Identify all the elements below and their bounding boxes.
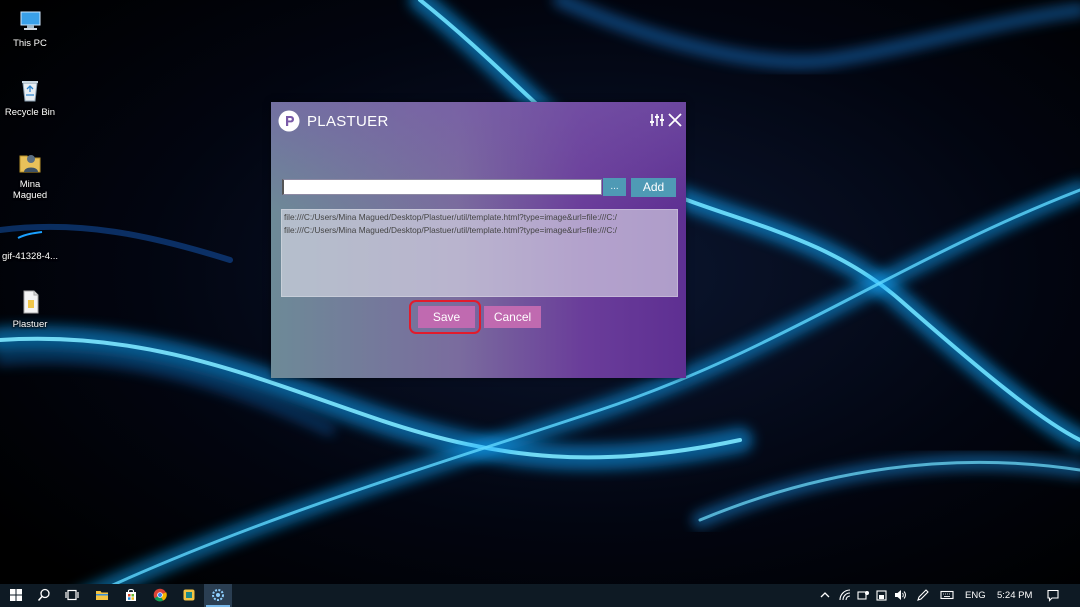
taskbar-chrome[interactable]: [146, 584, 174, 607]
task-view-button[interactable]: [58, 584, 86, 607]
recycle-bin-icon: [22, 81, 38, 102]
document-file-icon: [23, 290, 39, 314]
search-button[interactable]: [30, 584, 58, 607]
desktop-icon-user-folder[interactable]: Mina Magued: [0, 148, 60, 201]
device-icon[interactable]: [856, 588, 870, 602]
desktop-icon-label: Recycle Bin: [4, 107, 56, 118]
gif-file-icon: [17, 231, 43, 239]
url-input[interactable]: [282, 179, 602, 195]
search-icon: [37, 588, 50, 601]
taskbar-store[interactable]: [117, 584, 145, 607]
taskbar: ENG 5:24 PM: [0, 584, 1080, 607]
settings-sliders-icon[interactable]: [649, 112, 665, 128]
network-icon[interactable]: [838, 588, 852, 602]
clock[interactable]: 5:24 PM: [997, 584, 1032, 607]
cancel-button[interactable]: Cancel: [484, 306, 541, 328]
dialog-title: PLASTUER: [307, 113, 389, 130]
url-list[interactable]: file:///C:/Users/Mina Magued/Desktop/Pla…: [281, 209, 678, 297]
desktop-icon-gif-file[interactable]: gif-41328-4...: [0, 220, 60, 262]
desktop-icon-label: This PC: [13, 38, 47, 49]
browse-button[interactable]: ...: [603, 178, 626, 196]
list-item[interactable]: file:///C:/Users/Mina Magued/Desktop/Pla…: [282, 224, 677, 237]
desktop-icon-label: Mina Magued: [12, 179, 48, 201]
close-icon[interactable]: [667, 112, 683, 128]
user-folder-icon: [19, 155, 41, 173]
save-button[interactable]: Save: [418, 306, 475, 328]
plastuer-logo-icon: [278, 110, 300, 132]
taskbar-plastuer[interactable]: [204, 584, 232, 607]
desktop-icon-plastuer[interactable]: Plastuer: [0, 288, 60, 330]
chrome-icon: [153, 588, 167, 602]
folder-icon: [96, 591, 108, 600]
store-bag-icon: [126, 588, 136, 601]
list-item[interactable]: file:///C:/Users/Mina Magued/Desktop/Pla…: [282, 211, 677, 224]
desktop-icon-this-pc[interactable]: This PC: [0, 7, 60, 49]
gear-app-icon: [212, 589, 224, 601]
volume-icon[interactable]: [893, 588, 907, 602]
add-button[interactable]: Add: [631, 178, 676, 197]
taskbar-app[interactable]: [175, 584, 203, 607]
action-center-icon[interactable]: [1046, 588, 1060, 602]
windows-icon: [10, 589, 22, 601]
taskbar-file-explorer[interactable]: [88, 584, 116, 607]
desktop-icon-label: Plastuer: [12, 319, 48, 330]
computer-icon: [20, 11, 41, 30]
desktop-icon-label: gif-41328-4...: [2, 251, 58, 262]
plastuer-dialog: PLASTUER ... Add file:///C:/Users/Mina M…: [271, 102, 686, 378]
start-button[interactable]: [2, 584, 30, 607]
desktop-icon-recycle-bin[interactable]: Recycle Bin: [0, 76, 60, 118]
chevron-up-icon[interactable]: [818, 588, 832, 602]
keyboard-icon[interactable]: [940, 588, 954, 602]
pen-icon[interactable]: [916, 588, 930, 602]
task-view-icon: [65, 589, 79, 601]
language-indicator[interactable]: ENG: [965, 584, 986, 607]
battery-icon[interactable]: [875, 588, 889, 602]
app-window-icon: [183, 589, 195, 601]
